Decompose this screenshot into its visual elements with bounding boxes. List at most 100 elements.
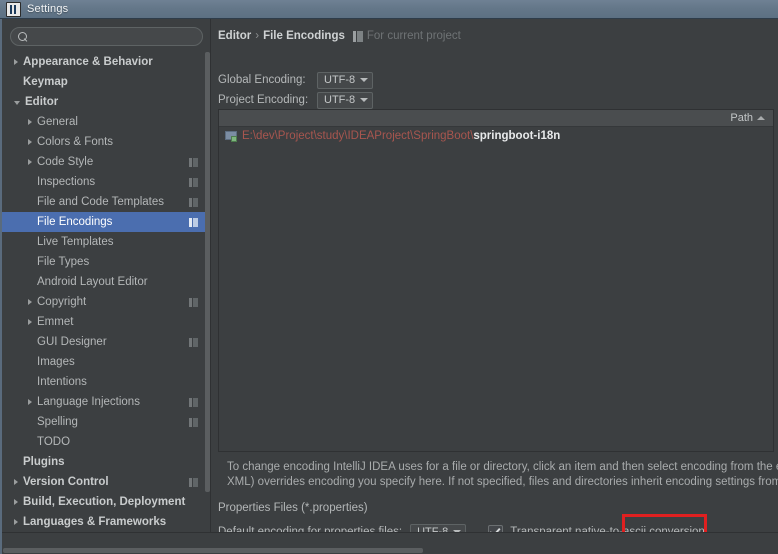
sidebar-item-label: Code Style	[37, 156, 94, 168]
intellij-idea-icon	[6, 1, 21, 17]
search-box[interactable]	[10, 27, 203, 46]
project-settings-icon	[188, 157, 199, 168]
sidebar-item-inspections[interactable]: Inspections	[2, 172, 205, 192]
window-title: Settings	[27, 3, 69, 15]
global-encoding-dropdown[interactable]: UTF-8	[317, 71, 374, 89]
table-header-row: Path	[219, 110, 773, 127]
project-settings-icon	[188, 417, 199, 428]
sidebar-item-live-templates[interactable]: Live Templates	[2, 232, 205, 252]
sidebar-item-language-injections[interactable]: Language Injections	[2, 392, 205, 412]
sort-ascending-icon	[757, 116, 765, 120]
sidebar-item-label: TODO	[37, 436, 71, 448]
project-settings-icon	[188, 217, 199, 228]
settings-sidebar: Appearance & Behavior Keymap Editor General…	[2, 19, 210, 532]
sidebar-item-label: Images	[37, 356, 75, 368]
settings-main-panel: Editor › File Encodings For current proj…	[213, 19, 778, 550]
project-settings-icon	[188, 197, 199, 208]
table-column-header-path[interactable]: Path	[730, 110, 765, 126]
project-scope-icon	[352, 30, 363, 42]
table-column-header-path-label: Path	[730, 112, 753, 124]
sidebar-item-gui-designer[interactable]: GUI Designer	[2, 332, 205, 352]
sidebar-item-todo[interactable]: TODO	[2, 432, 205, 452]
sidebar-item-plugins[interactable]: Plugins	[2, 452, 205, 472]
project-settings-icon	[188, 477, 199, 488]
chevron-right-icon[interactable]	[28, 159, 32, 165]
project-encoding-row: Project Encoding: UTF-8	[218, 91, 374, 109]
chevron-right-icon[interactable]	[14, 59, 18, 65]
table-row[interactable]: E:\dev\Project\study\IDEAProject\SpringB…	[219, 127, 773, 144]
properties-files-section-title: Properties Files (*.properties)	[218, 502, 368, 514]
breadcrumb: Editor › File Encodings For current proj…	[218, 30, 461, 42]
search-field-wrapper	[10, 27, 203, 46]
sidebar-item-general[interactable]: General	[2, 112, 205, 132]
table-cell-path-name: springboot-i18n	[473, 129, 561, 142]
search-input[interactable]	[31, 29, 200, 46]
sidebar-item-file-and-code-templates[interactable]: File and Code Templates	[2, 192, 205, 212]
sidebar-item-label: Colors & Fonts	[37, 136, 114, 148]
global-encoding-row: Global Encoding: UTF-8	[218, 71, 374, 89]
chevron-down-icon	[360, 98, 369, 102]
directory-module-icon	[225, 130, 238, 142]
sidebar-item-build-execution-deployment[interactable]: Build, Execution, Deployment	[2, 492, 205, 512]
window-title-bar: Settings	[0, 0, 778, 19]
project-settings-icon	[188, 337, 199, 348]
chevron-right-icon[interactable]	[14, 499, 18, 505]
scope-note: For current project	[366, 30, 461, 42]
breadcrumb-parent[interactable]: Editor	[218, 30, 251, 42]
breadcrumb-current: File Encodings	[263, 30, 345, 42]
sidebar-item-android-layout-editor[interactable]: Android Layout Editor	[2, 272, 205, 292]
sidebar-item-images[interactable]: Images	[2, 352, 205, 372]
encoding-help-note-line-2: XML) overrides encoding you specify here…	[227, 476, 778, 488]
sidebar-item-emmet[interactable]: Emmet	[2, 312, 205, 332]
project-encoding-dropdown[interactable]: UTF-8	[317, 91, 374, 109]
sidebar-item-label: Emmet	[37, 316, 74, 328]
sidebar-item-label: Android Layout Editor	[37, 276, 148, 288]
sidebar-item-file-types[interactable]: File Types	[2, 252, 205, 272]
table-body: E:\dev\Project\study\IDEAProject\SpringB…	[219, 127, 773, 144]
horizontal-scrollbar-thumb[interactable]	[3, 548, 423, 553]
sidebar-item-version-control[interactable]: Version Control	[2, 472, 205, 492]
sidebar-item-appearance-behavior[interactable]: Appearance & Behavior	[2, 52, 205, 72]
sidebar-item-label: Copyright	[37, 296, 87, 308]
sidebar-item-label: Editor	[25, 96, 59, 108]
sidebar-item-file-encodings[interactable]: File Encodings	[2, 212, 205, 232]
sidebar-item-label: General	[37, 116, 78, 128]
chevron-down-icon	[360, 78, 369, 82]
sidebar-item-label: File Types	[37, 256, 90, 268]
chevron-right-icon[interactable]	[14, 479, 18, 485]
settings-category-tree[interactable]: Appearance & Behavior Keymap Editor General…	[2, 52, 205, 530]
sidebar-item-code-style[interactable]: Code Style	[2, 152, 205, 172]
sidebar-item-label: File Encodings	[37, 216, 113, 228]
sidebar-item-label: Version Control	[23, 476, 109, 488]
global-encoding-value: UTF-8	[324, 74, 356, 86]
sidebar-item-label: Language Injections	[37, 396, 140, 408]
sidebar-item-label: Live Templates	[37, 236, 114, 248]
sidebar-item-intentions[interactable]: Intentions	[2, 372, 205, 392]
sidebar-splitter[interactable]	[210, 19, 211, 532]
project-settings-icon	[188, 177, 199, 188]
sidebar-item-colors-fonts[interactable]: Colors & Fonts	[2, 132, 205, 152]
sidebar-item-label: File and Code Templates	[37, 196, 164, 208]
global-encoding-label: Global Encoding:	[218, 74, 306, 86]
sidebar-item-label: Languages & Frameworks	[23, 516, 167, 528]
encoding-help-note: To change encoding IntelliJ IDEA uses fo…	[227, 460, 778, 490]
chevron-right-icon[interactable]	[28, 299, 32, 305]
project-encoding-value: UTF-8	[324, 94, 356, 106]
sidebar-item-keymap[interactable]: Keymap	[2, 72, 205, 92]
sidebar-item-languages-frameworks[interactable]: Languages & Frameworks	[2, 512, 205, 530]
chevron-down-icon[interactable]	[14, 100, 20, 105]
project-settings-icon	[188, 297, 199, 308]
chevron-right-icon[interactable]	[28, 399, 32, 405]
chevron-right-icon[interactable]	[14, 519, 18, 525]
chevron-right-icon[interactable]	[28, 119, 32, 125]
sidebar-item-spelling[interactable]: Spelling	[2, 412, 205, 432]
sidebar-item-label: Inspections	[37, 176, 96, 188]
chevron-right-icon[interactable]	[28, 139, 32, 145]
project-settings-icon	[188, 397, 199, 408]
sidebar-item-editor[interactable]: Editor	[2, 92, 205, 112]
chevron-right-icon[interactable]	[28, 319, 32, 325]
sidebar-item-copyright[interactable]: Copyright	[2, 292, 205, 312]
project-encoding-label: Project Encoding:	[218, 94, 309, 106]
sidebar-item-label: Appearance & Behavior	[23, 56, 153, 68]
encodings-table[interactable]: Path E:\dev\Project\study\IDEAProject\Sp…	[218, 109, 774, 452]
